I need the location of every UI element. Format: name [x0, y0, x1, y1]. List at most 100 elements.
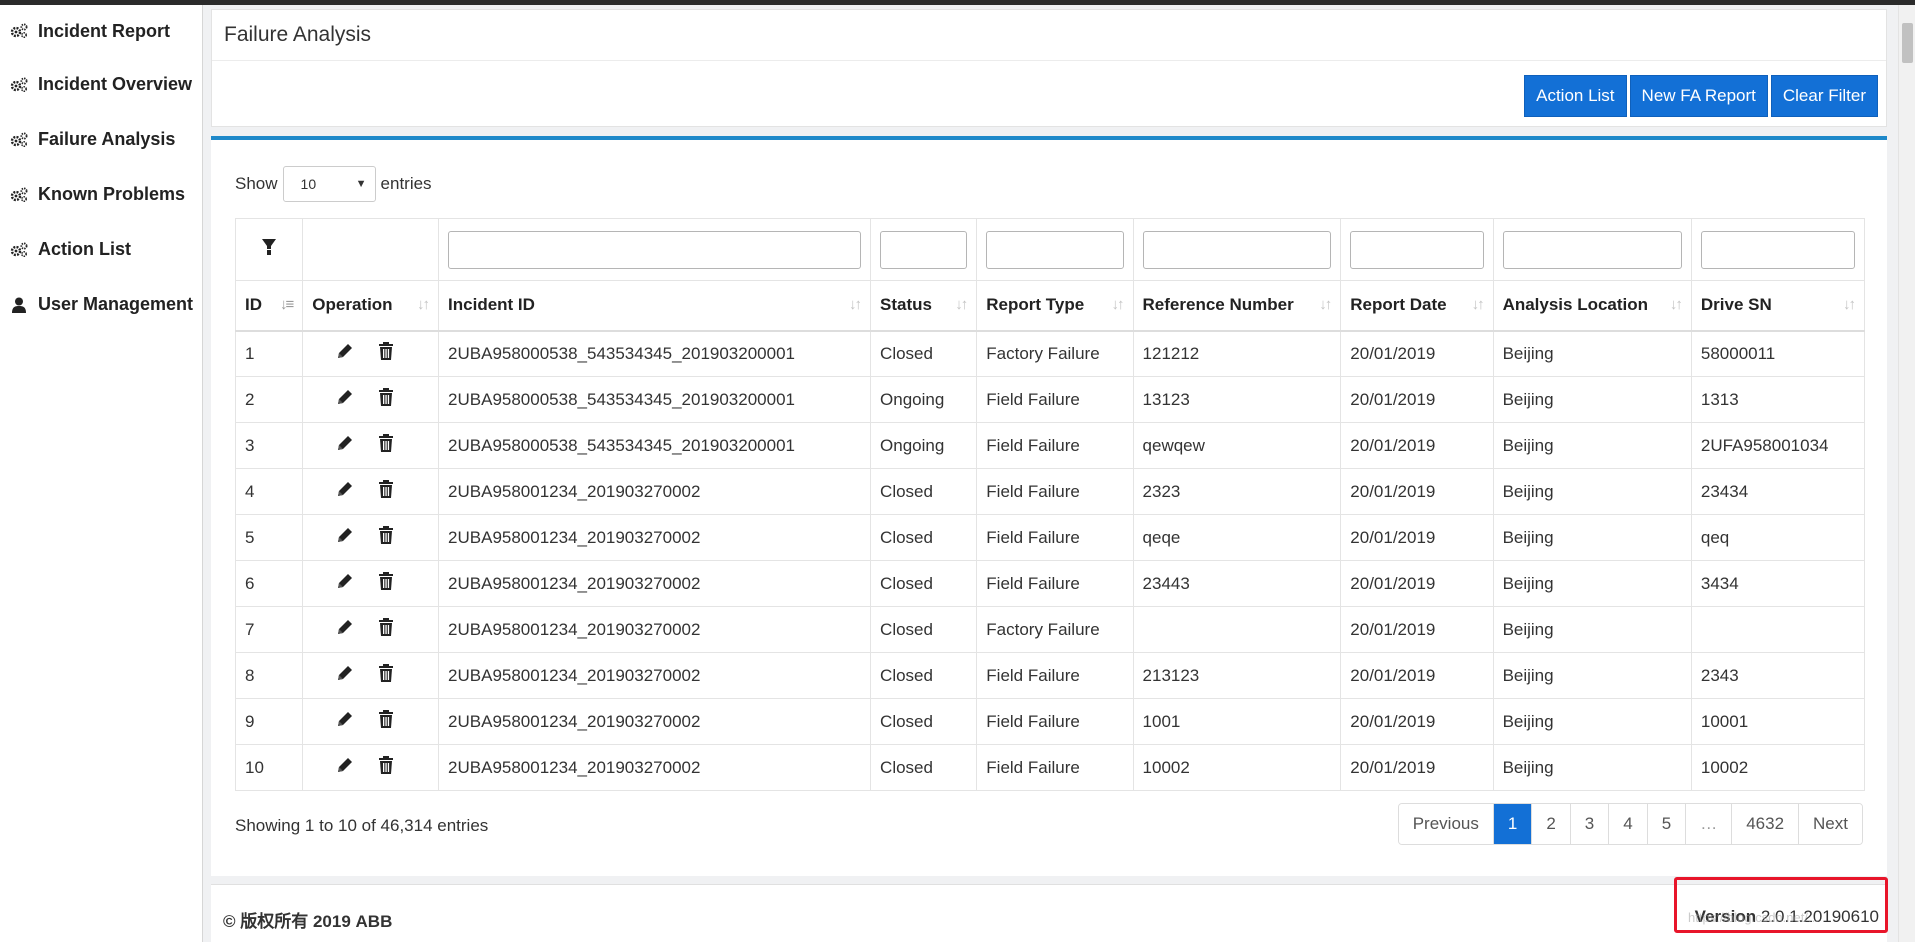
column-header-report-type[interactable]: Report Type ↓↑ — [976, 280, 1134, 332]
sort-icon: ↓↑ — [1471, 296, 1485, 313]
header-panel: Failure Analysis Action List New FA Repo… — [211, 9, 1887, 127]
trash-icon[interactable] — [378, 434, 394, 457]
incident-id-filter-input[interactable] — [448, 230, 862, 269]
trash-icon[interactable] — [378, 756, 394, 779]
cell-status: Ongoing — [870, 376, 978, 423]
cell-operation — [302, 422, 440, 469]
cell-date: 20/01/2019 — [1340, 376, 1494, 423]
sidebar-item-incident-report[interactable]: Incident Report — [0, 5, 202, 57]
column-header-label: Incident ID — [448, 295, 535, 315]
sidebar-item-user-management[interactable]: User Management — [0, 277, 202, 332]
cell-drive-sn: 2UFA958001034 — [1690, 422, 1866, 469]
cell-report-type: Field Failure — [976, 560, 1134, 607]
trash-icon[interactable] — [378, 342, 394, 365]
trash-icon[interactable] — [378, 664, 394, 687]
table-row[interactable]: 10 2UBA958001234_201903270002 Closed Field … — [234, 744, 1866, 791]
cell-location: Beijing — [1492, 330, 1692, 377]
trash-icon[interactable] — [378, 388, 394, 411]
column-header-status[interactable]: Status ↓↑ — [870, 280, 978, 332]
table-row[interactable]: 8 2UBA958001234_201903270002 Closed Field F… — [234, 652, 1866, 699]
cell-date: 20/01/2019 — [1340, 560, 1494, 607]
gears-icon — [9, 21, 29, 41]
status-filter-input[interactable] — [880, 230, 968, 269]
page-button-5[interactable]: 5 — [1647, 804, 1687, 844]
page-button-1[interactable]: 1 — [1493, 804, 1533, 844]
sidebar-item-action-list[interactable]: Action List — [0, 222, 202, 277]
action-list-button[interactable]: Action List — [1524, 75, 1627, 117]
column-header-report-date[interactable]: Report Date ↓↑ — [1340, 280, 1494, 332]
trash-icon[interactable] — [378, 526, 394, 549]
cell-date: 20/01/2019 — [1340, 698, 1494, 745]
table-row[interactable]: 7 2UBA958001234_201903270002 Closed Factory… — [234, 606, 1866, 653]
cell-report-type: Field Failure — [976, 652, 1134, 699]
cell-reference — [1132, 606, 1342, 653]
drive-sn-filter-input[interactable] — [1700, 230, 1855, 269]
cell-operation — [302, 514, 440, 561]
filter-icon[interactable] — [261, 238, 277, 256]
table-row[interactable]: 3 2UBA958000538_543534345_201903200001 Ong… — [234, 422, 1866, 469]
cell-reference: 213123 — [1132, 652, 1342, 699]
edit-icon[interactable] — [336, 618, 354, 641]
column-header-drive-sn[interactable]: Drive SN ↓↑ — [1690, 280, 1866, 332]
table-panel: Show 10 ▼ entries ID ↓≡ Operation ↓↑ Inc… — [211, 136, 1887, 876]
cell-location: Beijing — [1492, 560, 1692, 607]
trash-icon[interactable] — [378, 710, 394, 733]
cell-date: 20/01/2019 — [1340, 652, 1494, 699]
cell-status: Closed — [870, 744, 978, 791]
edit-icon[interactable] — [336, 342, 354, 365]
edit-icon[interactable] — [336, 480, 354, 503]
scrollbar[interactable] — [1898, 5, 1915, 942]
trash-icon[interactable] — [378, 480, 394, 503]
sidebar-item-known-problems[interactable]: Known Problems — [0, 167, 202, 222]
edit-icon[interactable] — [336, 664, 354, 687]
sidebar-item-failure-analysis[interactable]: Failure Analysis — [0, 112, 202, 167]
edit-icon[interactable] — [336, 710, 354, 733]
next-page-button[interactable]: Next — [1799, 804, 1862, 844]
pagination: Previous 1 2 3 4 5… 4632 Next — [1397, 803, 1863, 845]
gears-icon — [9, 240, 29, 260]
table-row[interactable]: 6 2UBA958001234_201903270002 Closed Field F… — [234, 560, 1866, 607]
filter-cell — [1690, 218, 1866, 281]
sidebar-item-incident-overview[interactable]: Incident Overview — [0, 57, 202, 112]
row-actions — [312, 526, 429, 549]
column-header-analysis-location[interactable]: Analysis Location ↓↑ — [1492, 280, 1692, 332]
scrollbar-thumb[interactable] — [1902, 23, 1913, 63]
report-date-filter-input[interactable] — [1350, 230, 1484, 269]
table-row[interactable]: 4 2UBA958001234_201903270002 Closed Field F… — [234, 468, 1866, 515]
trash-icon[interactable] — [378, 618, 394, 641]
report-type-filter-input[interactable] — [986, 230, 1124, 269]
row-actions — [312, 342, 429, 365]
trash-icon[interactable] — [378, 572, 394, 595]
page-button-4[interactable]: 4 — [1609, 804, 1648, 844]
failure-analysis-table: ID ↓≡ Operation ↓↑ Incident ID ↓↑ Status ↓↑ Repo… — [234, 218, 1866, 791]
edit-icon[interactable] — [336, 756, 354, 779]
page-button-2[interactable]: 2 — [1532, 804, 1571, 844]
column-header-operation[interactable]: Operation ↓↑ — [302, 280, 440, 332]
edit-icon[interactable] — [336, 572, 354, 595]
table-row[interactable]: 1 2UBA958000538_543534345_201903200001 Clo… — [234, 330, 1866, 377]
page-button-4632[interactable]: 4632 — [1732, 804, 1800, 844]
filter-cell — [1340, 218, 1494, 281]
column-header-id[interactable]: ID ↓≡ — [234, 280, 304, 332]
edit-icon[interactable] — [336, 388, 354, 411]
previous-page-button[interactable]: Previous — [1398, 804, 1494, 844]
edit-icon[interactable] — [336, 526, 354, 549]
table-row[interactable]: 5 2UBA958001234_201903270002 Closed Field F… — [234, 514, 1866, 561]
page-size-select[interactable]: 10 ▼ — [282, 166, 376, 202]
sort-icon: ↓↑ — [1111, 296, 1125, 313]
column-header-incident-id[interactable]: Incident ID ↓↑ — [438, 280, 872, 332]
table-row[interactable]: 2 2UBA958000538_543534345_201903200001 Ong… — [234, 376, 1866, 423]
page-size-value: 10 — [300, 176, 317, 192]
cell-date: 20/01/2019 — [1340, 330, 1494, 377]
clear-filter-button[interactable]: Clear Filter — [1770, 75, 1878, 117]
cell-reference: qewqew — [1132, 422, 1342, 469]
cell-status: Closed — [870, 698, 978, 745]
analysis-location-filter-input[interactable] — [1502, 230, 1682, 269]
page-button-3[interactable]: 3 — [1570, 804, 1610, 844]
column-header-reference-number[interactable]: Reference Number ↓↑ — [1132, 280, 1342, 332]
new-fa-report-button[interactable]: New FA Report — [1629, 75, 1768, 117]
entries-label: entries — [380, 174, 432, 193]
edit-icon[interactable] — [336, 434, 354, 457]
reference-number-filter-input[interactable] — [1142, 230, 1332, 269]
table-row[interactable]: 9 2UBA958001234_201903270002 Closed Field F… — [234, 698, 1866, 745]
